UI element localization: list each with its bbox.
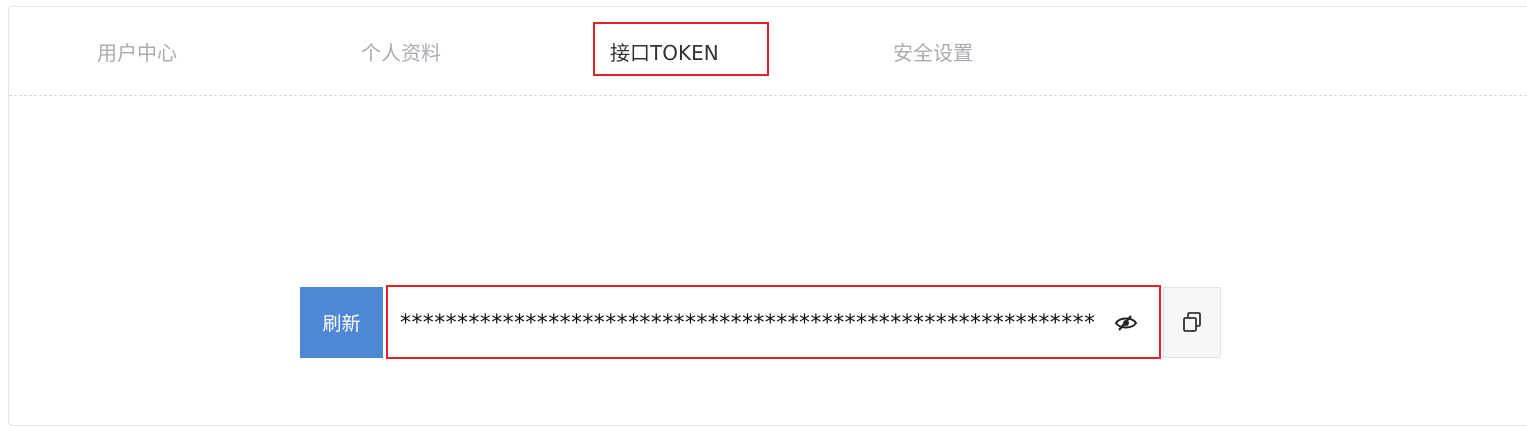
- token-masked-value: ****************************************…: [400, 311, 1094, 336]
- tab-api-token[interactable]: 接口TOKEN: [610, 37, 719, 69]
- tab-profile[interactable]: 个人资料: [361, 37, 441, 69]
- copy-icon: [1181, 311, 1203, 333]
- tab-bar: 用户中心 个人资料 接口TOKEN 安全设置: [9, 7, 1527, 96]
- tab-user-center[interactable]: 用户中心: [97, 37, 177, 69]
- refresh-token-button[interactable]: 刷新: [300, 287, 383, 358]
- settings-panel: 用户中心 个人资料 接口TOKEN 安全设置: [8, 6, 1527, 426]
- tab-security-settings[interactable]: 安全设置: [893, 37, 973, 69]
- copy-token-button[interactable]: [1163, 287, 1221, 358]
- token-field[interactable]: ****************************************…: [386, 285, 1161, 359]
- eye-slash-icon[interactable]: [1114, 314, 1138, 332]
